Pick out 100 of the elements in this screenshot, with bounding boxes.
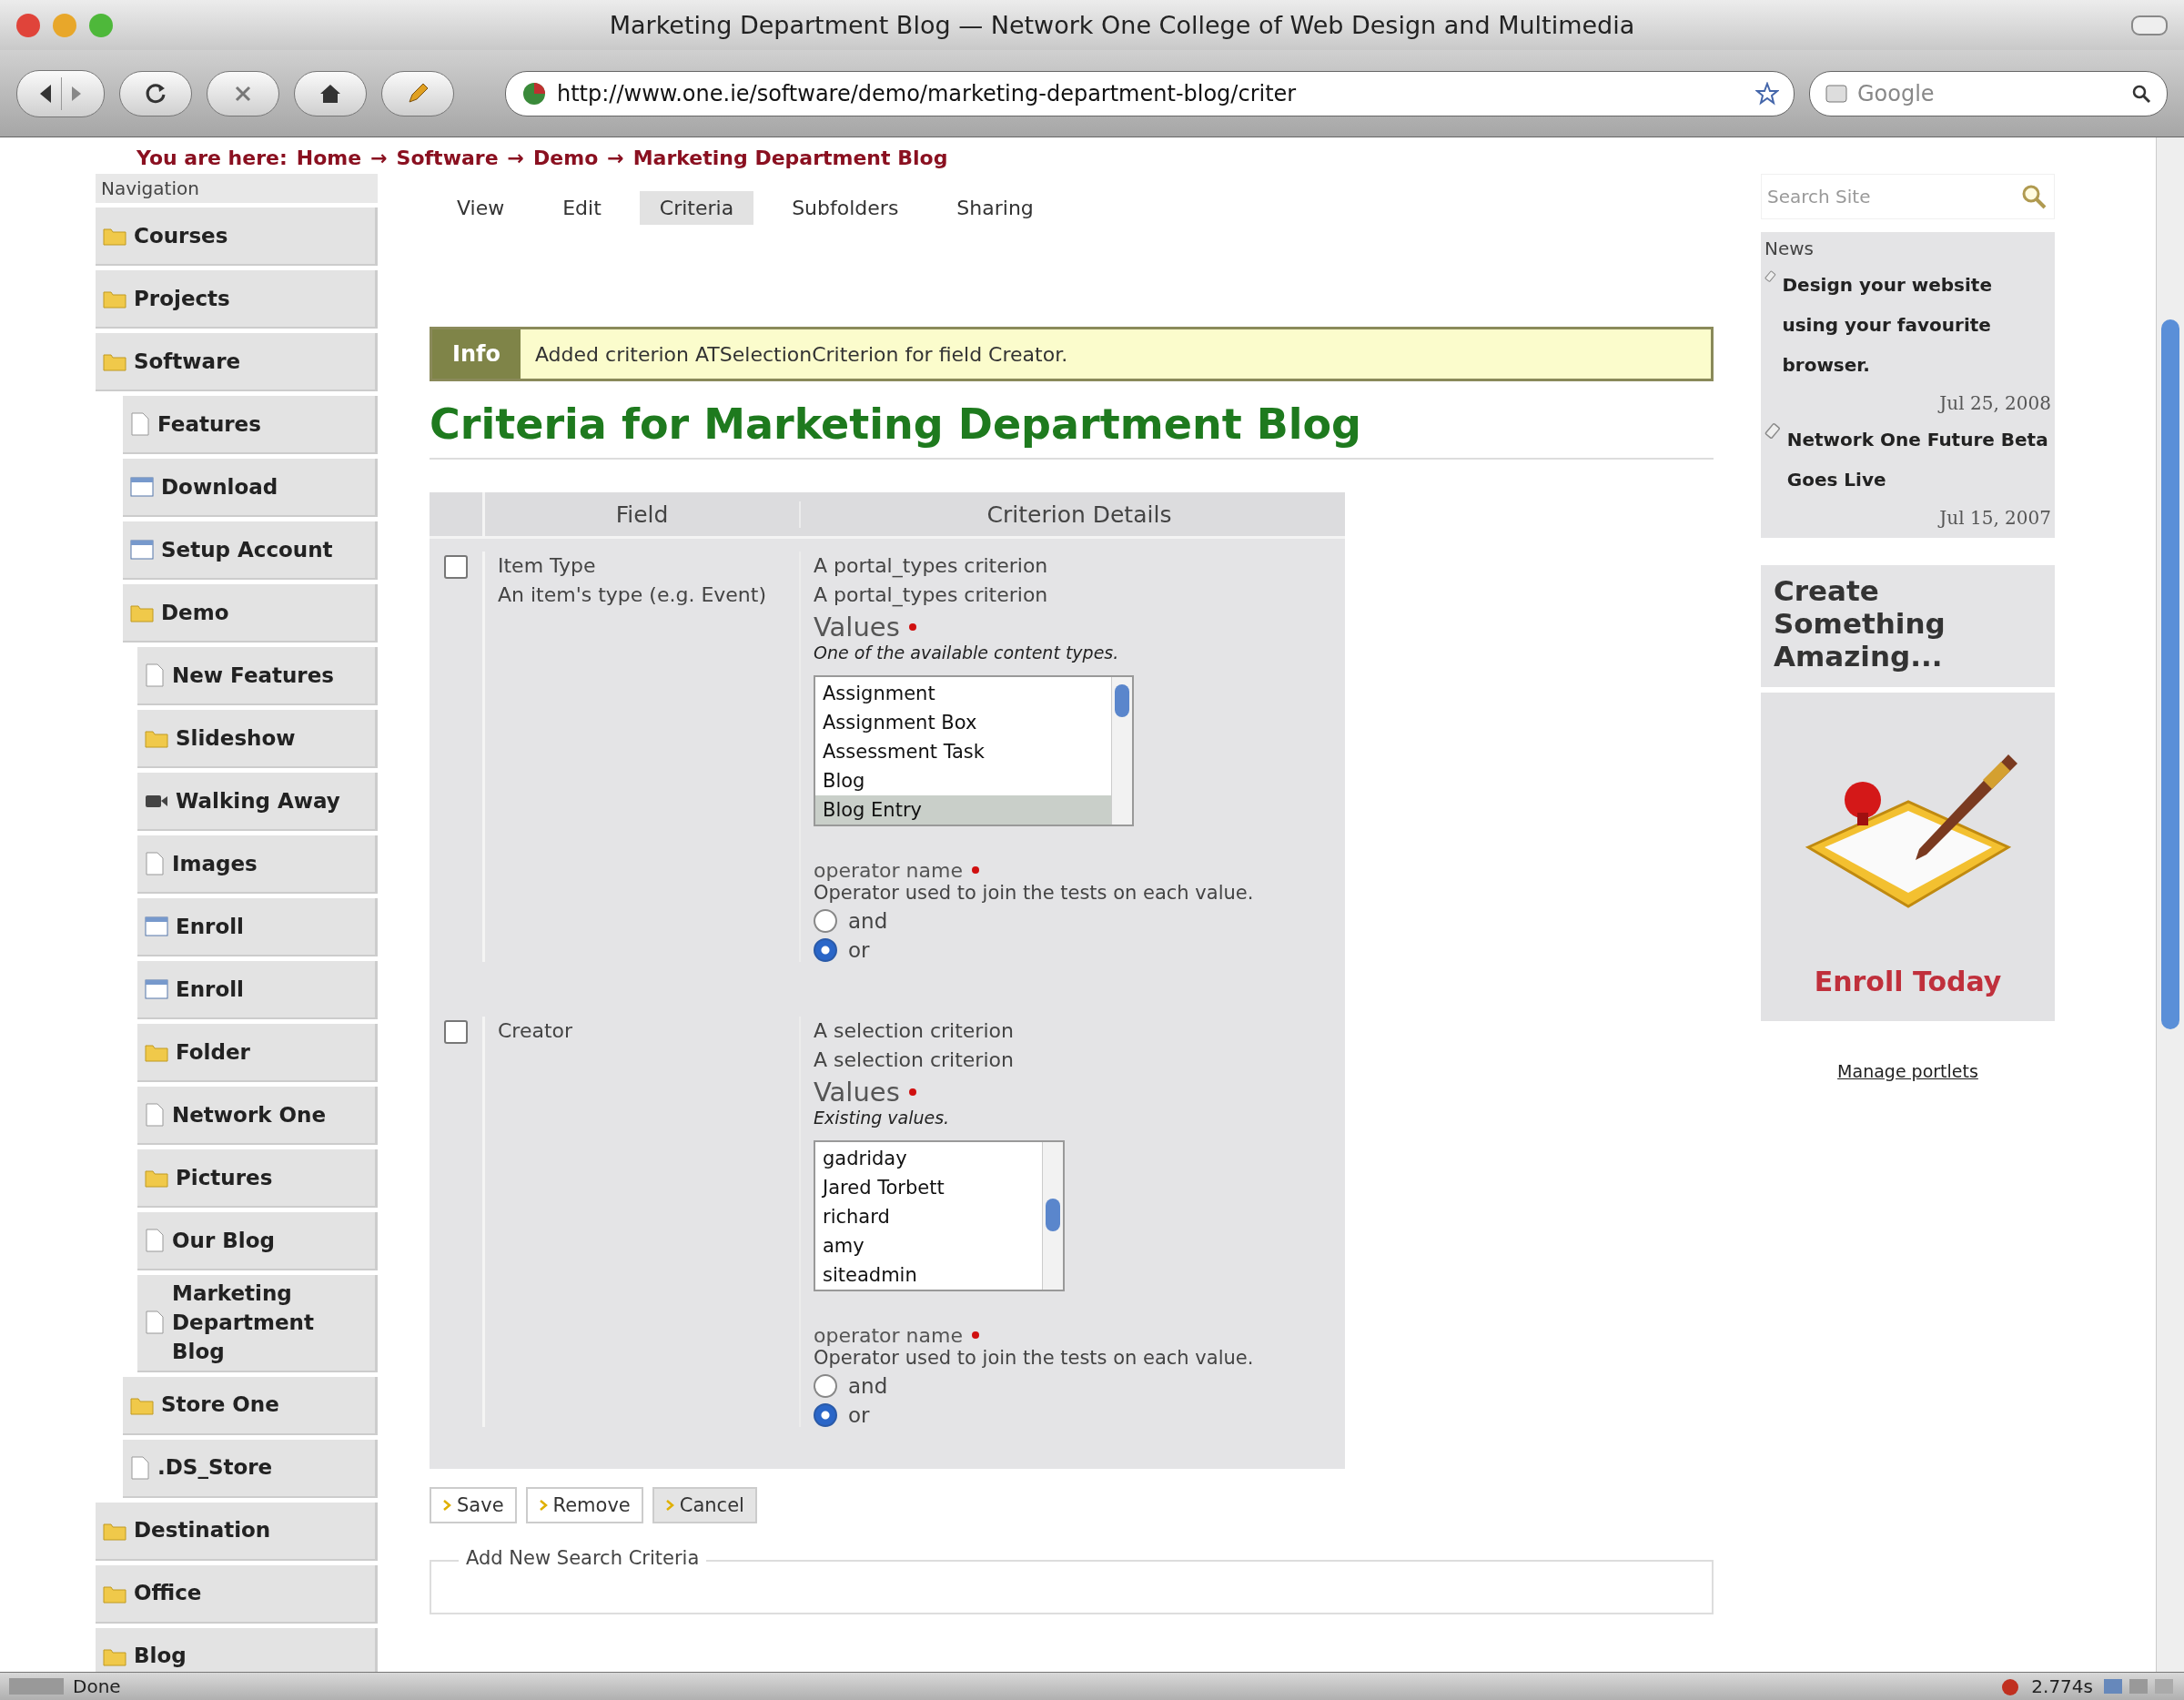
- nav-item[interactable]: Images: [137, 835, 378, 894]
- radio-button[interactable]: [814, 937, 837, 962]
- tab[interactable]: Edit: [542, 190, 622, 225]
- column-header: Criterion Details: [986, 501, 1173, 528]
- nav-item[interactable]: Enroll: [137, 961, 378, 1019]
- close-window-icon[interactable]: [16, 13, 40, 37]
- reload-button[interactable]: [119, 70, 192, 116]
- nav-item[interactable]: Enroll: [137, 898, 378, 956]
- values-label: Values: [814, 611, 900, 643]
- nav-item[interactable]: Folder: [137, 1024, 378, 1082]
- tab[interactable]: Subfolders: [772, 190, 919, 225]
- field-name: Creator: [497, 1017, 574, 1044]
- nav-item[interactable]: Download: [123, 459, 378, 517]
- nav-item[interactable]: Pictures: [137, 1149, 378, 1208]
- list-option[interactable]: Blog: [815, 765, 1111, 795]
- criterion-description: A portal_types criterion: [814, 582, 1049, 609]
- window-icon: [145, 979, 168, 999]
- list-option[interactable]: Jared Torbett: [815, 1172, 1042, 1202]
- column-header: Field: [485, 501, 801, 528]
- page-heading: Criteria for Marketing Department Blog: [430, 400, 1714, 460]
- nav-item[interactable]: Store One: [123, 1376, 378, 1435]
- home-button[interactable]: [294, 70, 367, 116]
- nav-item[interactable]: Software: [96, 333, 378, 391]
- status-text: Done: [73, 1675, 121, 1697]
- page-icon: [145, 1310, 165, 1335]
- list-option[interactable]: siteadmin: [815, 1260, 1042, 1290]
- form-button[interactable]: Remove: [525, 1486, 643, 1523]
- form-button[interactable]: Save: [430, 1486, 517, 1523]
- nav-item[interactable]: Features: [123, 396, 378, 454]
- radio-label: or: [848, 937, 870, 962]
- portlet-header: Navigation: [96, 174, 378, 203]
- nav-item[interactable]: Blog: [96, 1627, 378, 1672]
- required-icon: [908, 622, 916, 631]
- radio-button[interactable]: [814, 1402, 837, 1427]
- nav-item[interactable]: Projects: [96, 270, 378, 329]
- nav-item[interactable]: Setup Account: [123, 521, 378, 580]
- operator-label: operator name: [814, 1323, 963, 1347]
- field-name: Item Type: [497, 553, 597, 579]
- nav-item[interactable]: Slideshow: [137, 710, 378, 768]
- tab[interactable]: View: [437, 190, 525, 225]
- operator-help: Operator used to join the tests on each value.: [814, 881, 1255, 904]
- page-icon: [145, 1103, 165, 1127]
- chevron-icon: [664, 1498, 674, 1512]
- nav-item[interactable]: Demo: [123, 584, 378, 643]
- bookmark-star-icon[interactable]: [1755, 81, 1779, 106]
- radio-label: and: [848, 908, 888, 933]
- page-icon: [145, 852, 165, 875]
- scrollbar[interactable]: [1111, 676, 1132, 825]
- criterion-description: A selection criterion: [814, 1047, 1015, 1073]
- address-field[interactable]: http://www.one.ie/software/demo/marketing-department-blog/criter: [505, 70, 1795, 116]
- radio-button[interactable]: [814, 1373, 837, 1398]
- nav-item[interactable]: Network One: [137, 1087, 378, 1145]
- list-option[interactable]: Assignment: [815, 678, 1111, 708]
- nav-item[interactable]: Destination: [96, 1502, 378, 1561]
- load-time: 2.774s: [2031, 1675, 2093, 1697]
- search-engine-field[interactable]: Google: [1809, 70, 2168, 116]
- list-option[interactable]: gadriday: [815, 1143, 1042, 1173]
- nav-item[interactable]: Marketing Department Blog: [137, 1275, 378, 1372]
- nav-item[interactable]: .DS_Store: [123, 1439, 378, 1498]
- folder-icon: [145, 728, 168, 748]
- pencil-button[interactable]: [381, 70, 454, 116]
- page-scrollbar[interactable]: [2156, 137, 2184, 1672]
- row-checkbox[interactable]: [444, 1019, 468, 1044]
- manage-portlets-link[interactable]: Manage portlets: [1761, 1061, 2055, 1081]
- nav-item[interactable]: Walking Away: [137, 773, 378, 831]
- values-help: Existing values.: [814, 1107, 951, 1128]
- tab[interactable]: Sharing: [936, 190, 1054, 225]
- list-option[interactable]: Assessment Task: [815, 736, 1111, 766]
- news-link[interactable]: Network One Future Beta Goes Live: [1786, 420, 2051, 500]
- page-icon: [130, 412, 150, 436]
- nav-item[interactable]: Our Blog: [137, 1212, 378, 1270]
- list-option[interactable]: Blog Entry: [815, 794, 1111, 825]
- portlet-header: News: [1764, 238, 1815, 259]
- form-button[interactable]: Cancel: [652, 1486, 757, 1523]
- nav-item[interactable]: Office: [96, 1564, 378, 1624]
- news-link[interactable]: Design your website using your favourite browser.: [1782, 265, 2051, 385]
- window-icon: [130, 540, 154, 560]
- radio-button[interactable]: [814, 908, 837, 933]
- required-icon: [972, 866, 979, 875]
- list-option[interactable]: amy: [815, 1230, 1042, 1260]
- stop-button[interactable]: [207, 70, 279, 116]
- criterion-description: A portal_types criterion: [814, 553, 1049, 580]
- required-icon: [972, 1331, 979, 1340]
- news-date: Jul 25, 2008: [1936, 391, 2051, 414]
- nav-item[interactable]: New Features: [137, 647, 378, 705]
- enroll-link[interactable]: Enroll Today: [1814, 966, 2002, 997]
- row-checkbox[interactable]: [444, 555, 468, 579]
- list-option[interactable]: richard: [815, 1201, 1042, 1231]
- values-listbox[interactable]: Assignment Assignment Box Assessment Task Blog Blog Entry: [814, 674, 1134, 826]
- required-icon: [908, 1088, 916, 1096]
- values-listbox[interactable]: gadriday Jared Torbett richard amy siteadmin: [814, 1139, 1065, 1291]
- folder-icon: [103, 288, 126, 309]
- message-type-label: Info: [432, 329, 521, 379]
- tab[interactable]: Criteria: [639, 190, 754, 225]
- criterion-description: A selection criterion: [814, 1017, 1015, 1044]
- back-forward-button[interactable]: [16, 69, 105, 117]
- list-option[interactable]: Assignment Box: [815, 707, 1111, 737]
- scrollbar[interactable]: [1042, 1141, 1063, 1290]
- toolbar-toggle-icon[interactable]: [2131, 15, 2168, 35]
- nav-item[interactable]: Courses: [96, 207, 378, 266]
